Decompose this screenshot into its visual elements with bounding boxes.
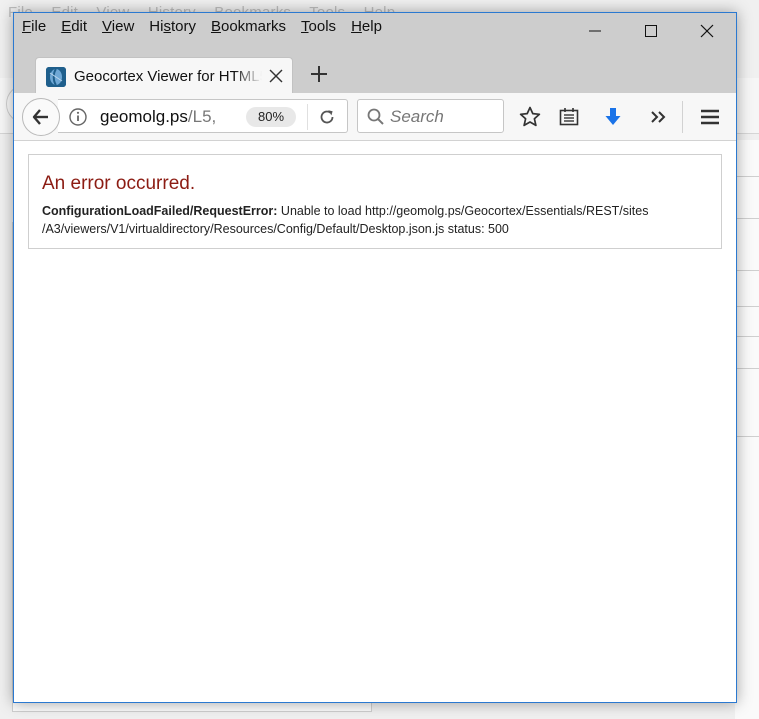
menu-bar: File Edit View History Bookmarks Tools H… bbox=[22, 18, 397, 40]
tab-title: Geocortex Viewer for HTML5 bbox=[74, 68, 262, 85]
menu-bookmarks-label: ookmarks bbox=[221, 18, 287, 35]
open-menu-button[interactable] bbox=[696, 103, 724, 131]
error-message: ConfigurationLoadFailed/RequestError: Un… bbox=[42, 202, 702, 238]
menu-file[interactable]: File bbox=[22, 18, 46, 40]
minimize-button[interactable] bbox=[572, 13, 618, 49]
background-divider bbox=[735, 368, 759, 369]
menu-tools-label: ools bbox=[308, 18, 337, 35]
menu-file-label: ile bbox=[31, 18, 47, 35]
minimize-icon bbox=[589, 30, 601, 32]
maximize-icon bbox=[645, 25, 657, 37]
error-message-line-1: Unable to load http://geomolg.ps/Geocort… bbox=[280, 204, 649, 218]
menu-edit-label: dit bbox=[71, 18, 88, 35]
title-bar: File Edit View History Bookmarks Tools H… bbox=[14, 13, 736, 105]
menu-history-accelerator: s bbox=[163, 18, 171, 35]
site-info-button[interactable] bbox=[68, 107, 88, 127]
reload-icon bbox=[320, 110, 334, 124]
error-message-line-2: /A3/viewers/V1/virtualdirectory/Resource… bbox=[42, 222, 509, 236]
reload-button[interactable] bbox=[316, 106, 338, 128]
back-arrow-icon bbox=[32, 109, 48, 125]
search-bar[interactable] bbox=[357, 99, 504, 133]
zoom-level-button[interactable]: 80% bbox=[246, 107, 296, 127]
menu-bookmarks[interactable]: Bookmarks bbox=[211, 18, 286, 40]
url-bar-separator bbox=[307, 104, 308, 130]
overflow-menu-button[interactable] bbox=[644, 103, 672, 131]
close-icon bbox=[700, 24, 714, 38]
maximize-button[interactable] bbox=[628, 13, 674, 49]
new-tab-button[interactable] bbox=[306, 61, 332, 87]
menu-history-label-start: Hi bbox=[149, 18, 164, 35]
background-divider bbox=[735, 336, 759, 337]
menu-tools[interactable]: Tools bbox=[301, 18, 336, 40]
url-host: geomolg.ps bbox=[100, 107, 188, 126]
page-content: An error occurred. ConfigurationLoadFail… bbox=[14, 142, 736, 702]
menu-view-label: iew bbox=[111, 18, 135, 35]
search-icon bbox=[366, 107, 386, 127]
geocortex-favicon bbox=[46, 67, 66, 87]
url-text: geomolg.ps/L5, bbox=[100, 107, 216, 127]
menu-edit-accelerator: E bbox=[61, 18, 72, 35]
url-bar[interactable]: geomolg.ps/L5, 80% bbox=[58, 99, 348, 133]
url-path: /L5, bbox=[187, 107, 217, 126]
bookmark-star-button[interactable] bbox=[516, 103, 544, 131]
reader-view-icon bbox=[559, 108, 579, 126]
downloads-button[interactable] bbox=[599, 103, 627, 131]
geocortex-favicon-graphic bbox=[46, 67, 66, 87]
navigation-toolbar: geomolg.ps/L5, 80% bbox=[14, 93, 736, 141]
background-divider bbox=[735, 176, 759, 177]
menu-edit[interactable]: Edit bbox=[61, 18, 87, 40]
menu-help-label: elp bbox=[361, 18, 382, 35]
reader-view-button[interactable] bbox=[555, 103, 583, 131]
toolbar-divider bbox=[682, 101, 683, 133]
info-icon bbox=[69, 108, 87, 126]
download-icon bbox=[605, 108, 621, 125]
search-icon-graphic bbox=[367, 108, 384, 125]
menu-view[interactable]: View bbox=[102, 18, 134, 40]
background-divider bbox=[735, 218, 759, 219]
close-tab-icon bbox=[269, 69, 283, 83]
star-icon bbox=[519, 106, 541, 127]
tab-close-button[interactable] bbox=[264, 64, 288, 88]
background-divider bbox=[735, 436, 759, 437]
error-panel: An error occurred. ConfigurationLoadFail… bbox=[28, 154, 722, 249]
menu-file-accelerator: F bbox=[22, 18, 32, 35]
back-button[interactable] bbox=[22, 98, 60, 136]
error-code: ConfigurationLoadFailed/RequestError: bbox=[42, 204, 278, 218]
background-divider bbox=[735, 306, 759, 307]
plus-icon bbox=[311, 66, 327, 82]
overflow-chevron-icon bbox=[651, 111, 666, 123]
menu-help-accelerator: H bbox=[351, 18, 362, 35]
browser-window: File Edit View History Bookmarks Tools H… bbox=[13, 12, 737, 703]
close-window-button[interactable] bbox=[684, 13, 730, 49]
menu-bookmarks-accelerator: B bbox=[210, 18, 221, 35]
background-divider bbox=[735, 270, 759, 271]
menu-tools-accelerator: T bbox=[301, 18, 309, 35]
background-side-panel bbox=[735, 140, 759, 719]
error-title: An error occurred. bbox=[42, 173, 196, 194]
menu-history-label: tory bbox=[170, 18, 196, 35]
menu-help[interactable]: Help bbox=[351, 18, 382, 40]
menu-history[interactable]: History bbox=[149, 18, 196, 40]
hamburger-menu-icon bbox=[701, 109, 719, 125]
search-input[interactable] bbox=[390, 106, 498, 128]
menu-view-accelerator: V bbox=[102, 18, 112, 35]
